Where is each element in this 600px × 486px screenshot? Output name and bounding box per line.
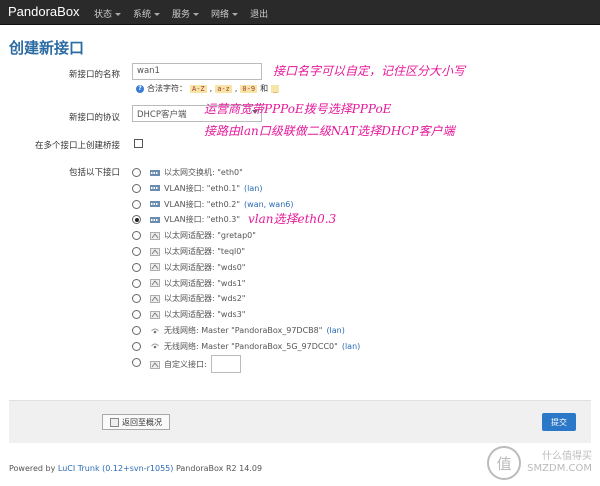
wifi-icon <box>150 342 160 350</box>
ethernet-icon <box>150 263 160 272</box>
bridge-checkbox[interactable] <box>134 139 143 148</box>
menu-status[interactable]: 状态 <box>94 7 122 20</box>
interface-option[interactable]: VLAN接口: "eth0.2" (wan, wan6) <box>150 199 293 210</box>
wifi-icon <box>150 327 160 335</box>
submit-button[interactable]: 提交 <box>542 413 576 431</box>
annotation-vlan: vlan选择eth0.3 <box>248 212 337 226</box>
ethernet-icon <box>150 360 160 369</box>
name-hint: ? 合法字符： A-Z, a-z, 0-9 和 _ <box>136 83 280 94</box>
page-title: 创建新接口 <box>9 39 85 57</box>
menu-services[interactable]: 服务 <box>172 7 200 20</box>
annotation-pppoe: 运营商宽带PPPoE拨号选择PPPoE <box>204 102 392 116</box>
interface-option[interactable]: 以太网适配器: "wds3" <box>150 309 245 320</box>
watermark-text: 什么值得买 SMZDM.COM <box>527 451 592 474</box>
interface-label: 无线网络: Master "PandoraBox_97DCB8" <box>164 326 323 335</box>
interface-radio[interactable] <box>132 168 141 177</box>
ethernet-icon <box>150 231 160 240</box>
main-menu: 状态 系统 服务 网络 退出 <box>94 7 268 20</box>
interface-radio[interactable] <box>132 262 141 272</box>
interface-option[interactable]: 以太网适配器: "wds2" <box>150 293 245 304</box>
interface-option[interactable]: 以太网交换机: "eth0" <box>150 167 243 178</box>
menu-network[interactable]: 网络 <box>211 7 239 20</box>
back-icon <box>110 417 119 427</box>
interface-label: 以太网适配器: "wds1" <box>164 278 246 288</box>
interface-option[interactable]: 以太网适配器: "wds0" <box>150 262 245 273</box>
interface-option[interactable]: 以太网适配器: "gretap0" <box>150 230 256 241</box>
interface-radio[interactable] <box>132 231 141 241</box>
action-bar <box>9 400 591 443</box>
switch-icon <box>150 216 160 224</box>
interface-radio[interactable] <box>132 357 141 367</box>
switch-icon <box>150 169 160 177</box>
interface-network-link[interactable]: (wan, wan6) <box>244 200 293 209</box>
ethernet-icon <box>150 294 160 303</box>
luci-link[interactable]: LuCI Trunk (0.12+svn-r1055) <box>58 464 173 473</box>
interface-option[interactable]: 无线网络: Master "PandoraBox_97DCB8" (lan) <box>150 325 345 336</box>
interface-label: 以太网适配器: "teql0" <box>164 247 246 256</box>
powered-by: Powered by LuCI Trunk (0.12+svn-r1055) P… <box>9 464 263 473</box>
interface-radio[interactable] <box>132 215 141 225</box>
caret-down-icon <box>232 13 239 16</box>
info-icon: ? <box>136 84 144 93</box>
interface-label: 自定义接口: <box>164 360 207 370</box>
ethernet-icon <box>150 247 160 256</box>
interface-radio[interactable] <box>132 247 141 256</box>
interface-option[interactable]: 自定义接口: <box>150 354 241 373</box>
brand-logo[interactable]: PandoraBox <box>8 4 80 19</box>
watermark: 值 什么值得买 SMZDM.COM <box>487 446 592 480</box>
caret-down-icon <box>154 13 161 16</box>
interface-radio[interactable] <box>132 310 141 320</box>
interface-label: 无线网络: Master "PandoraBox_5G_97DCC0" <box>164 341 338 351</box>
interface-radio[interactable] <box>132 199 141 209</box>
interface-network-link[interactable]: (lan) <box>326 326 344 335</box>
interface-radio[interactable] <box>132 341 141 351</box>
interface-label: 以太网交换机: "eth0" <box>164 168 243 177</box>
interface-option[interactable]: 以太网适配器: "teql0" <box>150 246 245 257</box>
interface-label: 以太网适配器: "gretap0" <box>164 231 256 241</box>
interface-label: VLAN接口: "eth0.2" <box>164 199 241 209</box>
menu-logout[interactable]: 退出 <box>250 7 268 20</box>
interface-radio[interactable] <box>132 183 141 193</box>
bridge-label: 在多个接口上创建桥接 <box>34 141 120 151</box>
ethernet-icon <box>150 279 160 287</box>
interface-radio[interactable] <box>132 294 141 304</box>
ethernet-icon <box>150 310 160 319</box>
include-label: 包括以下接口 <box>68 168 120 178</box>
caret-down-icon <box>193 13 200 16</box>
interface-label: 以太网适配器: "wds0" <box>164 262 246 272</box>
interface-label: 以太网适配器: "wds2" <box>164 294 246 304</box>
menu-system[interactable]: 系统 <box>133 7 161 20</box>
interface-network-link[interactable]: (lan) <box>244 184 262 193</box>
switch-icon <box>150 184 160 192</box>
interface-label: 以太网适配器: "wds3" <box>164 310 246 320</box>
switch-icon <box>150 200 160 208</box>
interface-option[interactable]: 以太网适配器: "wds1" <box>150 278 245 289</box>
interface-radio[interactable] <box>132 278 141 288</box>
interface-option[interactable]: 无线网络: Master "PandoraBox_5G_97DCC0" (lan) <box>150 341 360 352</box>
name-label: 新接口的名称 <box>68 70 120 80</box>
interface-option[interactable]: VLAN接口: "eth0.1" (lan) <box>150 183 262 194</box>
interface-label: VLAN接口: "eth0.3" <box>164 215 241 225</box>
interface-label: VLAN接口: "eth0.1" <box>164 183 241 193</box>
protocol-label: 新接口的协议 <box>68 113 120 123</box>
interface-radio[interactable] <box>132 326 141 335</box>
top-navbar: PandoraBox 状态 系统 服务 网络 退出 <box>0 0 600 25</box>
interface-network-link[interactable]: (lan) <box>342 342 360 351</box>
annotation-dhcp: 接路由lan口级联做二级NAT选择DHCP客户端 <box>204 124 455 138</box>
annotation-name: 接口名字可以自定，记住区分大小写 <box>273 64 466 78</box>
back-to-overview-button[interactable]: 返回至概况 <box>102 414 170 430</box>
smzdm-logo: 值 <box>487 446 522 480</box>
caret-down-icon <box>115 13 122 16</box>
custom-interface-input[interactable] <box>210 354 241 373</box>
interface-option[interactable]: VLAN接口: "eth0.3" <box>150 214 240 225</box>
interface-name-input[interactable]: wan1 <box>132 63 262 80</box>
